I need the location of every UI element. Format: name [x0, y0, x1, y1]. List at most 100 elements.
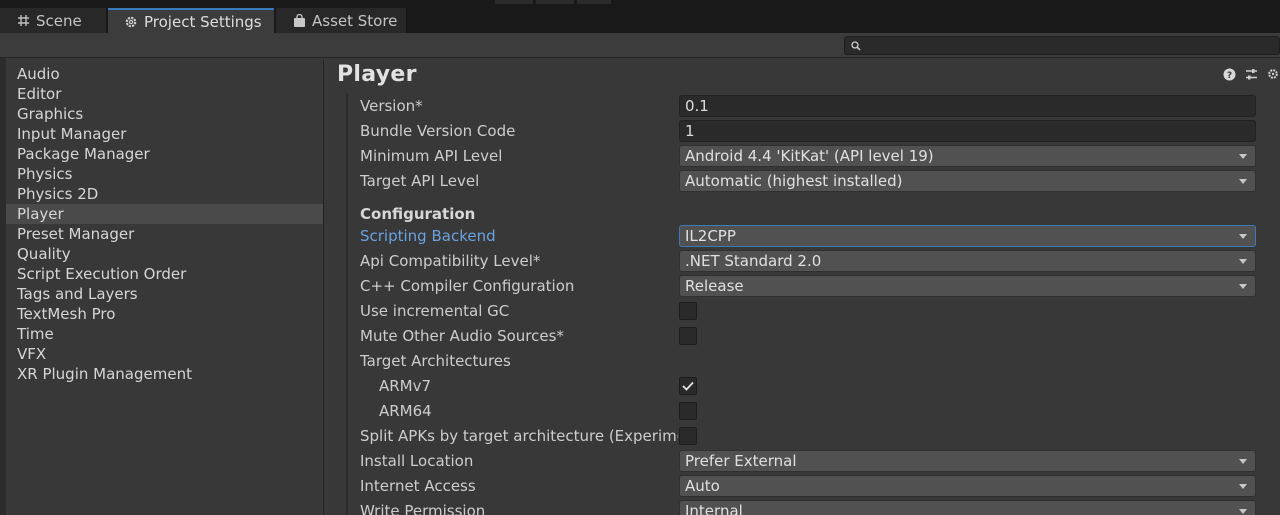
- api-compatibility-level-value: .NET Standard 2.0: [685, 251, 822, 270]
- sidebar-item-tags-and-layers[interactable]: Tags and Layers: [6, 284, 323, 304]
- help-icon[interactable]: ?: [1222, 67, 1236, 81]
- install-location-label: Install Location: [360, 451, 474, 470]
- row-use-incremental-gc: Use incremental GC: [360, 298, 1265, 323]
- play-strip-segment: [495, 0, 533, 4]
- row-target-api-level: Target API Level Automatic (highest inst…: [360, 168, 1265, 193]
- grid-icon: [16, 14, 30, 28]
- row-version: Version* 0.1: [360, 93, 1265, 118]
- arm64-checkbox[interactable]: [679, 401, 697, 420]
- settings-gear-icon[interactable]: [1266, 67, 1280, 81]
- use-incremental-gc-checkbox[interactable]: [679, 301, 697, 320]
- chevron-down-icon: [1239, 483, 1247, 489]
- row-write-permission: Write Permission Internal: [360, 498, 1265, 515]
- sidebar-item-textmesh-pro[interactable]: TextMesh Pro: [6, 304, 323, 324]
- version-label: Version*: [360, 96, 423, 115]
- row-minimum-api-level: Minimum API Level Android 4.4 'KitKat' (…: [360, 143, 1265, 168]
- minimum-api-level-dropdown[interactable]: Android 4.4 'KitKat' (API level 19): [679, 144, 1256, 167]
- sidebar-item-input-manager[interactable]: Input Manager: [6, 124, 323, 144]
- tab-project-settings-label: Project Settings: [144, 12, 262, 31]
- settings-sidebar: Audio Editor Graphics Input Manager Pack…: [6, 60, 324, 515]
- editor-tab-bar: Scene Project Settings Asset Store: [0, 0, 1280, 33]
- scripting-backend-dropdown[interactable]: IL2CPP: [679, 224, 1256, 247]
- gear-icon: [124, 15, 138, 29]
- row-internet-access: Internet Access Auto: [360, 473, 1265, 498]
- minimum-api-level-value: Android 4.4 'KitKat' (API level 19): [685, 146, 934, 165]
- sidebar-item-audio[interactable]: Audio: [6, 64, 323, 84]
- row-mute-other-audio-sources: Mute Other Audio Sources*: [360, 323, 1265, 348]
- cpp-compiler-configuration-label: C++ Compiler Configuration: [360, 276, 575, 295]
- internet-access-dropdown[interactable]: Auto: [679, 474, 1256, 497]
- arm64-label: ARM64: [379, 401, 432, 420]
- split-apks-checkbox[interactable]: [679, 426, 697, 445]
- internet-access-label: Internet Access: [360, 476, 476, 495]
- player-settings-panel: Player ? Version* 0.1 Bundle Version Cod…: [325, 60, 1280, 515]
- target-api-level-dropdown[interactable]: Automatic (highest installed): [679, 169, 1256, 192]
- search-input[interactable]: [867, 38, 1267, 53]
- sidebar-item-script-execution-order[interactable]: Script Execution Order: [6, 264, 323, 284]
- sidebar-item-time[interactable]: Time: [6, 324, 323, 344]
- use-incremental-gc-label: Use incremental GC: [360, 301, 510, 320]
- sidebar-item-physics-2d[interactable]: Physics 2D: [6, 184, 323, 204]
- install-location-dropdown[interactable]: Prefer External: [679, 449, 1256, 472]
- row-cpp-compiler-configuration: C++ Compiler Configuration Release: [360, 273, 1265, 298]
- tab-scene-label: Scene: [36, 11, 82, 30]
- preset-sliders-icon[interactable]: [1244, 67, 1258, 81]
- search-icon: [851, 36, 861, 55]
- minimum-api-level-label: Minimum API Level: [360, 146, 503, 165]
- armv7-label: ARMv7: [379, 376, 432, 395]
- player-settings-content: Version* 0.1 Bundle Version Code 1 Minim…: [346, 93, 1280, 515]
- row-scripting-backend: Scripting Backend IL2CPP: [360, 223, 1265, 248]
- armv7-checkbox[interactable]: [679, 376, 697, 395]
- step-strip-segment: [577, 0, 611, 4]
- sidebar-item-quality[interactable]: Quality: [6, 244, 323, 264]
- chevron-down-icon: [1239, 508, 1247, 514]
- tab-asset-store-label: Asset Store: [312, 11, 398, 30]
- sidebar-item-physics[interactable]: Physics: [6, 164, 323, 184]
- chevron-down-icon: [1239, 283, 1247, 289]
- api-compatibility-level-label: Api Compatibility Level*: [360, 251, 541, 270]
- row-split-apks: Split APKs by target architecture (Exper…: [360, 423, 1265, 448]
- row-armv7: ARMv7: [360, 373, 1265, 398]
- cpp-compiler-configuration-dropdown[interactable]: Release: [679, 274, 1256, 297]
- row-api-compatibility-level: Api Compatibility Level* .NET Standard 2…: [360, 248, 1265, 273]
- sidebar-item-preset-manager[interactable]: Preset Manager: [6, 224, 323, 244]
- tab-project-settings[interactable]: Project Settings: [108, 8, 274, 33]
- settings-toolbar: [0, 33, 1280, 58]
- sidebar-item-xr-plugin-management[interactable]: XR Plugin Management: [6, 364, 323, 384]
- row-target-architectures: Target Architectures: [360, 348, 1265, 373]
- chevron-down-icon: [1239, 153, 1247, 159]
- sidebar-item-vfx[interactable]: VFX: [6, 344, 323, 364]
- internet-access-value: Auto: [685, 476, 720, 495]
- row-bundle-version-code: Bundle Version Code 1: [360, 118, 1265, 143]
- cpp-compiler-configuration-value: Release: [685, 276, 744, 295]
- sidebar-item-player[interactable]: Player: [6, 204, 323, 224]
- bundle-version-code-field[interactable]: 1: [679, 119, 1256, 142]
- write-permission-label: Write Permission: [360, 501, 486, 515]
- sidebar-item-package-manager[interactable]: Package Manager: [6, 144, 323, 164]
- version-field[interactable]: 0.1: [679, 94, 1256, 117]
- title-actions: ?: [1222, 67, 1280, 81]
- install-location-value: Prefer External: [685, 451, 797, 470]
- row-install-location: Install Location Prefer External: [360, 448, 1265, 473]
- configuration-header: Configuration: [360, 204, 476, 223]
- chevron-down-icon: [1239, 178, 1247, 184]
- api-compatibility-level-dropdown[interactable]: .NET Standard 2.0: [679, 249, 1256, 272]
- write-permission-dropdown[interactable]: Internal: [679, 499, 1256, 515]
- sidebar-item-graphics[interactable]: Graphics: [6, 104, 323, 124]
- svg-text:?: ?: [1226, 71, 1231, 81]
- bundle-version-code-label: Bundle Version Code: [360, 121, 516, 140]
- mute-other-audio-sources-checkbox[interactable]: [679, 326, 697, 345]
- pause-strip-segment: [536, 0, 574, 4]
- chevron-down-icon: [1239, 458, 1247, 464]
- page-title: Player: [337, 62, 417, 87]
- target-api-level-label: Target API Level: [360, 171, 480, 190]
- row-arm64: ARM64: [360, 398, 1265, 423]
- sidebar-item-editor[interactable]: Editor: [6, 84, 323, 104]
- chevron-down-icon: [1239, 233, 1247, 239]
- chevron-down-icon: [1239, 258, 1247, 264]
- search-box[interactable]: [844, 36, 1280, 55]
- tab-asset-store[interactable]: Asset Store: [276, 8, 406, 33]
- tab-scene[interactable]: Scene: [0, 8, 106, 33]
- top-strip: [0, 0, 1280, 8]
- target-architectures-label: Target Architectures: [360, 351, 511, 370]
